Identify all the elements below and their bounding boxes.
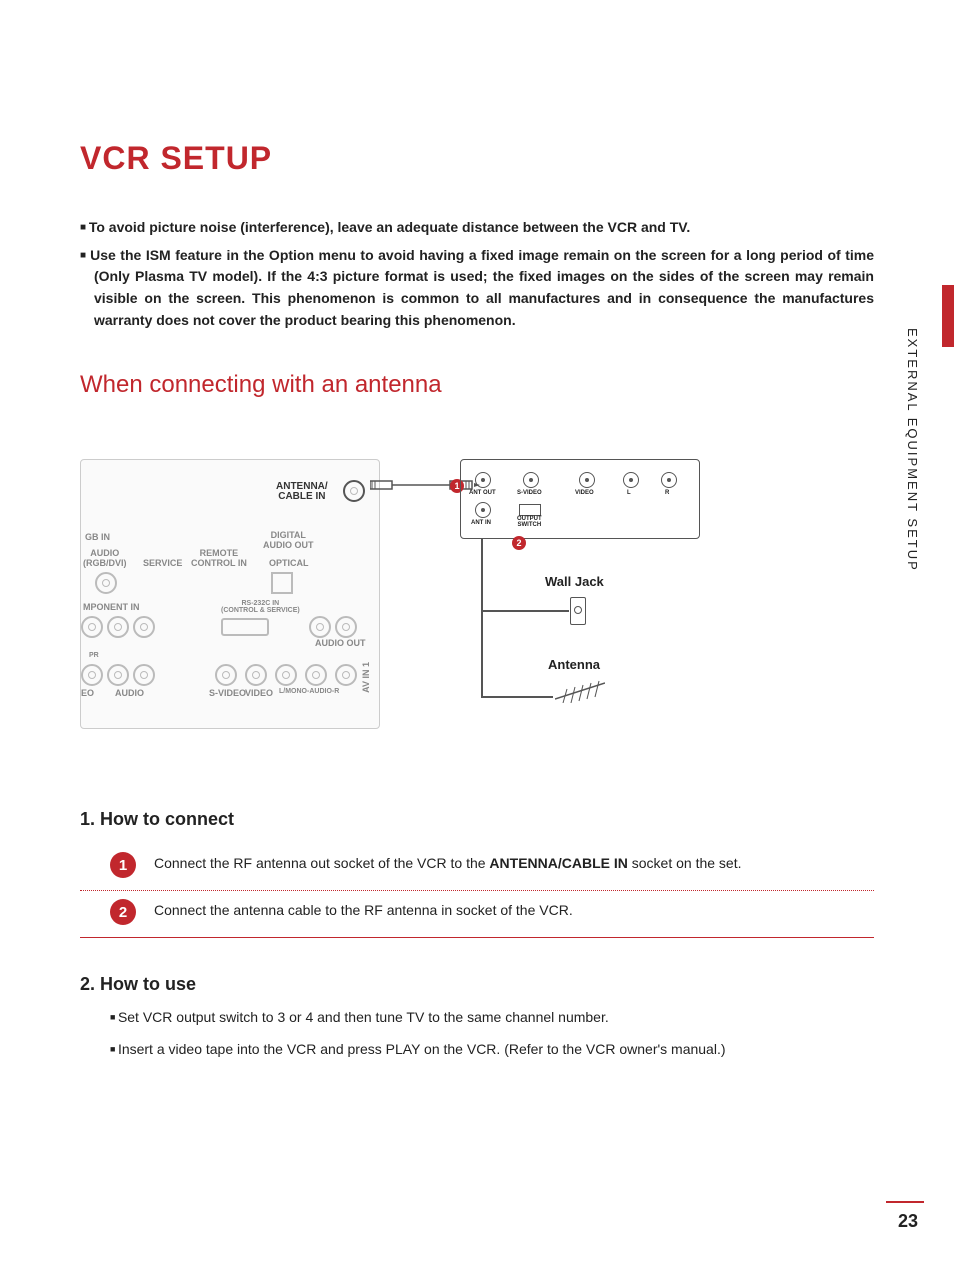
vcr-ant-out [475,472,491,488]
port-audio-out-l [309,616,331,638]
vcr-panel: ANT OUT ANT IN S-VIDEO OUTPUT SWITCH VID… [460,459,700,539]
port-audio-out-r [335,616,357,638]
lbl-av-in-1: AV IN 1 [361,662,371,693]
wall-jack-label: Wall Jack [545,574,604,589]
page-content: VCR SETUP To avoid picture noise (interf… [0,0,954,1113]
port-al [107,664,129,686]
port-comp3 [133,616,155,638]
use-bullets: Set VCR output switch to 3 or 4 and then… [80,1009,874,1057]
vcr-lbl-ant-out: ANT OUT [469,490,496,496]
port-audio-l [275,664,297,686]
vcr-output-switch [519,504,541,516]
use-bullet-2: Insert a video tape into the VCR and pre… [110,1041,874,1057]
step-2-text: Connect the antenna cable to the RF ante… [154,899,573,918]
lbl-audio-rgbdvi: AUDIO (RGB/DVI) [83,548,127,568]
tv-back-panel: ANTENNA/ CABLE IN GB IN AUDIO (RGB/DVI) … [80,459,380,729]
antenna-icon [555,679,605,703]
vcr-lbl-output-switch: OUTPUT SWITCH [517,516,542,528]
diagram-badge-2: 2 [512,536,526,550]
connect-step-2: 2 Connect the antenna cable to the RF an… [80,891,874,938]
port-comp2 [107,616,129,638]
port-audio-r [305,664,327,686]
page-number: 23 [898,1211,918,1232]
connection-diagram: ANTENNA/ CABLE IN GB IN AUDIO (RGB/DVI) … [80,429,874,749]
how-to-use-heading: 2. How to use [80,974,874,995]
lbl-service: SERVICE [143,558,182,568]
rs232c-port [221,618,269,636]
lbl-mponent-in: MPONENT IN [83,602,140,612]
lbl-rs232c: RS-232C IN (CONTROL & SERVICE) [221,600,300,614]
connect-steps: 1 Connect the RF antenna out socket of t… [80,844,874,938]
wall-jack-icon [570,597,586,625]
note-2: Use the ISM feature in the Option menu t… [80,245,874,332]
step-badge-2: 2 [110,899,136,925]
antenna-label: Antenna [548,657,600,672]
vcr-video [579,472,595,488]
antenna-port [343,480,365,502]
port-svideo [215,664,237,686]
subheading: When connecting with an antenna [80,371,874,399]
port-audio-rgbdvi [95,572,117,594]
port-ar [133,664,155,686]
page-title: VCR SETUP [80,140,874,177]
lbl-video: VIDEO [245,688,273,698]
lbl-pr: PR [89,652,99,659]
optical-port [271,572,293,594]
vcr-lbl-r: R [665,490,669,496]
vcr-svideo [523,472,539,488]
port-video [245,664,267,686]
lbl-remote: REMOTE CONTROL IN [191,548,247,568]
antenna-cable-in-label: ANTENNA/ CABLE IN [276,482,328,502]
side-section-label: EXTERNAL EQUIPMENT SETUP [905,328,920,572]
port-audio-r2 [335,664,357,686]
wire-antin-down [481,539,483,697]
lbl-gb-in: GB IN [85,532,110,542]
lbl-digital-audio: DIGITAL AUDIO OUT [263,530,314,550]
use-bullet-1: Set VCR output switch to 3 or 4 and then… [110,1009,874,1025]
lbl-svideo: S-VIDEO [209,688,246,698]
port-pr [81,664,103,686]
wire-to-walljack [481,610,569,612]
lbl-audio-out: AUDIO OUT [315,638,366,648]
vcr-audio-r [661,472,677,488]
lbl-eo: EO [81,688,94,698]
vcr-audio-l [623,472,639,488]
lbl-audio: AUDIO [115,688,144,698]
note-1: To avoid picture noise (interference), l… [80,217,874,239]
side-tab [942,285,954,347]
lbl-mono-audio: L/MONO-AUDIO-R [279,688,339,695]
lbl-optical: OPTICAL [269,558,309,568]
connect-step-1: 1 Connect the RF antenna out socket of t… [80,844,874,891]
vcr-ant-in [475,502,491,518]
vcr-lbl-ant-in: ANT IN [471,520,491,526]
port-comp1 [81,616,103,638]
vcr-lbl-video: VIDEO [575,490,594,496]
how-to-connect-heading: 1. How to connect [80,809,874,830]
step-1-text: Connect the RF antenna out socket of the… [154,852,742,871]
intro-notes: To avoid picture noise (interference), l… [80,217,874,331]
step-badge-1: 1 [110,852,136,878]
wire-to-antenna [481,696,553,698]
vcr-lbl-l: L [627,490,631,496]
vcr-lbl-svideo: S-VIDEO [517,490,542,496]
